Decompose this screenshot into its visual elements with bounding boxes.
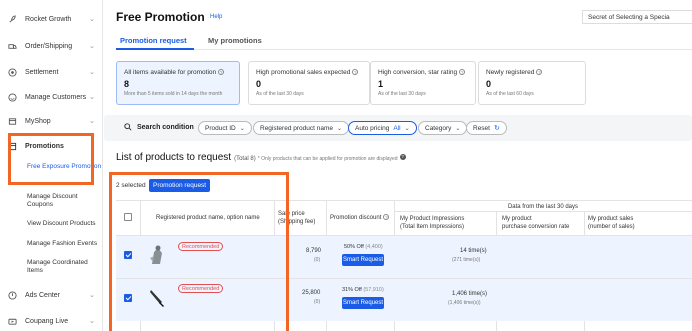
chevron-down-icon: ⌄ [455,125,461,132]
stat-card-value: 0 [486,79,492,89]
sidebar-item-label: Rocket Growth [25,15,72,23]
stat-card-value: 8 [124,79,130,89]
row-total-impressions: (271 time(s)) [452,257,481,263]
sidebar-item-coupang-live[interactable]: Coupang Live ⌄ [0,312,103,330]
sidebar-item-label: Ads Center [25,291,61,299]
stat-card-value: 0 [256,79,262,89]
sidebar-item-settlement[interactable]: Settlement ⌄ [0,63,103,81]
chevron-down-icon: ⌄ [89,94,95,101]
truck-icon [8,42,17,51]
live-icon [8,317,17,326]
page-title: Free Promotion [116,10,205,24]
stat-card-all-items[interactable]: All items available for promotion? 8 Mor… [116,61,240,105]
info-icon: ? [399,154,406,161]
sidebar-item-manage-customers[interactable]: Manage Customers ⌄ [0,88,103,106]
row-price: 8,790 [306,248,322,254]
sidebar-item-order-shipping[interactable]: Order/Shipping ⌄ [0,37,103,55]
header-impressions: My Product Impressions (Total Item Impre… [400,216,465,230]
filter-product-id[interactable]: Product ID ⌄ [198,121,252,135]
header-sales: My product sales (number of sales) [588,216,635,230]
smart-request-button[interactable]: Smart Request [342,297,384,309]
filter-auto-pricing[interactable]: Auto pricing All ⌄ [348,121,417,135]
row-price: 25,800 [302,290,321,296]
stat-card-title: All items available for promotion [124,69,217,76]
row-shipping: (0) [314,257,321,263]
sidebar-item-label: Manage Customers [25,93,87,101]
chevron-down-icon: ⌄ [239,125,245,132]
header-promotion-discount: Promotion discount? [330,214,390,221]
tab-bar: Promotion request My promotions [116,30,692,50]
sidebar-subitem-manage-coordinated-items[interactable]: Manage Coordinated Items [27,259,102,275]
chevron-down-icon: ⌄ [89,318,95,325]
chevron-down-icon: ⌄ [89,16,95,23]
row-discount: 50% Off (4,400) [344,244,383,250]
search-icon [124,123,132,131]
sidebar-item-myshop[interactable]: MyShop ⌄ [0,112,103,130]
tab-my-promotions[interactable]: My promotions [208,36,262,45]
stat-card-value: 1 [378,79,384,89]
help-link[interactable]: Help [210,14,222,20]
sidebar-item-label: Coupang Live [25,317,69,325]
stat-card-sub: As of the last 60 days [486,91,534,97]
stat-card-title: High promotional sales expected [256,69,351,76]
row-impressions: 1,406 time(s) [452,291,488,297]
sidebar-item-label: Settlement [25,68,59,76]
info-icon: ? [383,214,390,221]
active-tab-indicator [116,48,194,50]
smiley-icon [8,92,17,102]
stat-card-newly-registered[interactable]: Newly registered? 0 As of the last 60 da… [478,61,586,105]
highlight-promotions-menu [8,133,94,185]
stat-card-sub: As of the last 30 days [378,91,426,97]
header-data-group: Data from the last 30 days [507,204,579,210]
reset-button[interactable]: Reset ↻ [466,121,507,135]
list-title: List of products to request (Total 8) * On… [116,152,406,163]
search-condition-bar: Search condition Product ID ⌄ Registered … [104,115,692,141]
smart-request-button[interactable]: Smart Request [342,254,384,266]
info-icon: ? [352,69,359,76]
chevron-down-icon: ⌄ [89,118,95,125]
stat-card-high-conversion[interactable]: High conversion, star rating? 1 As of th… [370,61,476,105]
highlight-product-list [109,172,289,331]
chevron-down-icon: ⌄ [89,43,95,50]
refresh-icon: ↻ [493,125,500,132]
stat-card-title: Newly registered [486,69,535,76]
shop-icon [8,117,17,126]
filter-category[interactable]: Category ⌄ [418,121,468,135]
row-discount: 31% Off (57,910) [342,287,384,293]
info-icon: ? [536,69,543,76]
search-condition-label: Search condition [124,123,194,131]
sidebar-subitem-view-discount-products[interactable]: View Discount Products [27,220,102,228]
sidebar-item-ads-center[interactable]: Ads Center ⌄ [0,286,103,304]
chevron-down-icon: ⌄ [337,125,343,132]
chevron-down-icon: ⌄ [89,69,95,76]
row-impressions: 14 time(s) [460,248,487,254]
stat-card-sub: As of the last 30 days [256,91,304,97]
chevron-down-icon: ⌄ [404,125,410,132]
stat-card-title: High conversion, star rating [378,69,458,76]
rocket-icon [8,14,17,24]
header-conversion-rate: My product purchase conversion rate [502,216,570,230]
sidebar-subitem-manage-fashion-events[interactable]: Manage Fashion Events [27,240,102,248]
sidebar-item-label: Order/Shipping [25,42,73,50]
secret-selecting-link[interactable]: Secret of Selecting a Specia [582,10,692,24]
coin-icon [8,67,17,77]
tab-promotion-request[interactable]: Promotion request [120,36,187,45]
info-icon: ? [459,69,466,76]
sidebar-subitem-manage-discount-coupons[interactable]: Manage Discount Coupons [27,193,102,209]
row-shipping: (0) [314,299,321,305]
chevron-down-icon: ⌄ [89,292,95,299]
filter-registered-product-name[interactable]: Registered product name ⌄ [253,121,350,135]
stat-card-high-promotional-sales[interactable]: High promotional sales expected? 0 As of… [248,61,370,105]
stat-card-sub: More than 5 items sold in 14 days the mo… [124,91,223,97]
info-icon: ? [218,69,225,76]
row-total-impressions: (1,406 time(s)) [448,300,481,306]
sidebar-item-rocket-growth[interactable]: Rocket Growth ⌄ [0,10,103,28]
sidebar-item-label: MyShop [25,117,51,125]
table-group-border [394,211,692,212]
ads-icon [8,290,17,300]
